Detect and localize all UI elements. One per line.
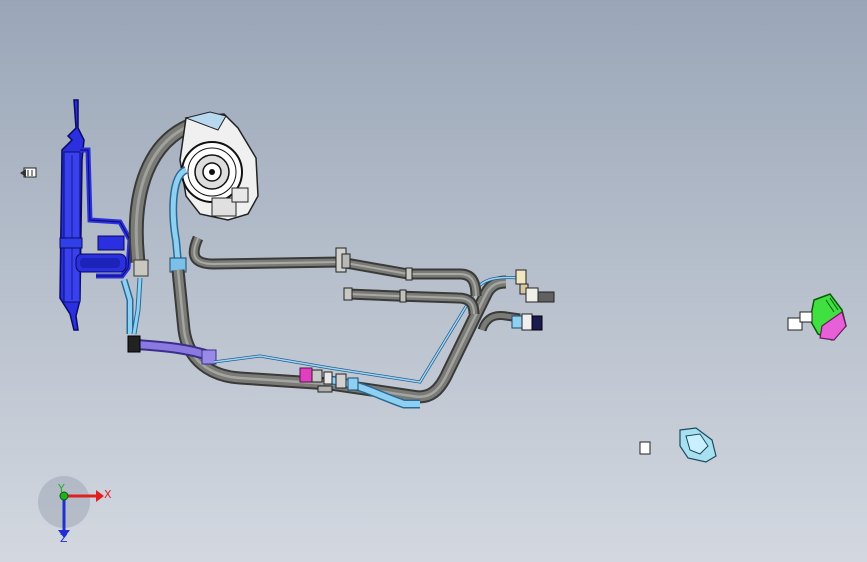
y-axis-label: Y bbox=[57, 482, 65, 495]
condenser-outlet-hose-part[interactable] bbox=[120, 277, 143, 335]
mounting-bracket-part[interactable] bbox=[639, 427, 717, 463]
cad-viewport[interactable]: X Y Z bbox=[0, 0, 867, 562]
condenser-part[interactable] bbox=[59, 99, 133, 331]
x-arrowhead bbox=[96, 490, 104, 502]
small-fastener-part[interactable] bbox=[20, 167, 37, 178]
x-axis-label: X bbox=[104, 488, 112, 501]
upper-return-pipe-part[interactable] bbox=[188, 235, 482, 297]
lower-return-pipe-part[interactable] bbox=[343, 287, 480, 315]
compressor-part[interactable] bbox=[179, 111, 259, 221]
purple-hose-part[interactable] bbox=[127, 335, 217, 365]
evaporator-block-part[interactable] bbox=[787, 293, 847, 341]
z-axis-label: Z bbox=[60, 532, 68, 545]
assembly-scene[interactable]: X Y Z bbox=[0, 0, 867, 562]
coordinate-triad: X Y Z bbox=[38, 476, 112, 545]
